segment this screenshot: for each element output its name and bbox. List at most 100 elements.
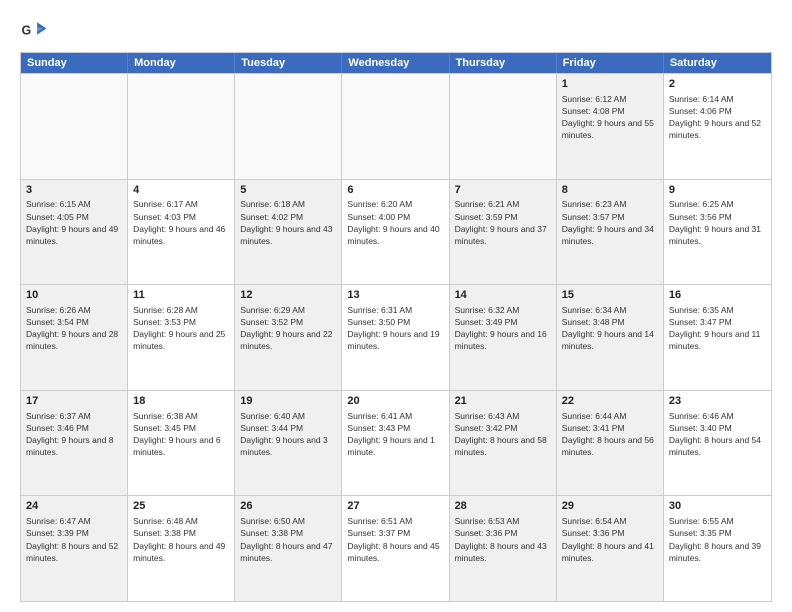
calendar-cell-10: 10 Sunrise: 6:26 AM Sunset: 3:54 PM Dayli… (21, 285, 128, 390)
day-number: 10 (26, 288, 122, 303)
day-number: 30 (669, 499, 766, 514)
cell-info: Sunrise: 6:21 AM Sunset: 3:59 PM Dayligh… (455, 199, 550, 245)
calendar-cell-15: 15 Sunrise: 6:34 AM Sunset: 3:48 PM Dayli… (557, 285, 664, 390)
day-number: 29 (562, 499, 658, 514)
header-day-sunday: Sunday (21, 53, 128, 73)
calendar-cell-9: 9Sunrise: 6:25 AM Sunset: 3:56 PM Daylig… (664, 180, 771, 285)
calendar-header: SundayMondayTuesdayWednesdayThursdayFrid… (21, 53, 771, 73)
day-number: 24 (26, 499, 122, 514)
calendar-cell-empty-0-1 (128, 74, 235, 179)
day-number: 13 (347, 288, 443, 303)
day-number: 23 (669, 394, 766, 409)
cell-info: Sunrise: 6:14 AM Sunset: 4:06 PM Dayligh… (669, 94, 764, 140)
calendar-cell-7: 7Sunrise: 6:21 AM Sunset: 3:59 PM Daylig… (450, 180, 557, 285)
day-number: 1 (562, 77, 658, 92)
day-number: 4 (133, 183, 229, 198)
cell-info: Sunrise: 6:53 AM Sunset: 3:36 PM Dayligh… (455, 516, 550, 562)
day-number: 2 (669, 77, 766, 92)
calendar-cell-30: 30Sunrise: 6:55 AM Sunset: 3:35 PM Dayli… (664, 496, 771, 601)
calendar-cell-24: 24 Sunrise: 6:47 AM Sunset: 3:39 PM Dayli… (21, 496, 128, 601)
day-number: 5 (240, 183, 336, 198)
calendar-cell-12: 12 Sunrise: 6:29 AM Sunset: 3:52 PM Dayli… (235, 285, 342, 390)
day-number: 16 (669, 288, 766, 303)
header-day-friday: Friday (557, 53, 664, 73)
cell-info: Sunrise: 6:47 AM Sunset: 3:39 PM Dayligh… (26, 516, 121, 562)
calendar-cell-23: 23 Sunrise: 6:46 AM Sunset: 3:40 PM Dayli… (664, 391, 771, 496)
day-number: 6 (347, 183, 443, 198)
calendar-row-3: 17Sunrise: 6:37 AM Sunset: 3:46 PM Dayli… (21, 390, 771, 496)
cell-info: Sunrise: 6:23 AM Sunset: 3:57 PM Dayligh… (562, 199, 657, 245)
header-day-monday: Monday (128, 53, 235, 73)
cell-info: Sunrise: 6:41 AM Sunset: 3:43 PM Dayligh… (347, 411, 437, 457)
calendar-row-1: 3Sunrise: 6:15 AM Sunset: 4:05 PM Daylig… (21, 179, 771, 285)
cell-info: Sunrise: 6:28 AM Sunset: 3:53 PM Dayligh… (133, 305, 228, 351)
calendar-cell-25: 25Sunrise: 6:48 AM Sunset: 3:38 PM Dayli… (128, 496, 235, 601)
calendar: SundayMondayTuesdayWednesdayThursdayFrid… (20, 52, 772, 602)
cell-info: Sunrise: 6:35 AM Sunset: 3:47 PM Dayligh… (669, 305, 763, 351)
cell-info: Sunrise: 6:18 AM Sunset: 4:02 PM Dayligh… (240, 199, 335, 245)
calendar-cell-empty-0-3 (342, 74, 449, 179)
cell-info: Sunrise: 6:43 AM Sunset: 3:42 PM Dayligh… (455, 411, 550, 457)
calendar-cell-13: 13 Sunrise: 6:31 AM Sunset: 3:50 PM Dayli… (342, 285, 449, 390)
calendar-cell-empty-0-2 (235, 74, 342, 179)
day-number: 28 (455, 499, 551, 514)
day-number: 11 (133, 288, 229, 303)
cell-info: Sunrise: 6:38 AM Sunset: 3:45 PM Dayligh… (133, 411, 223, 457)
logo: G (20, 16, 52, 44)
day-number: 18 (133, 394, 229, 409)
cell-info: Sunrise: 6:34 AM Sunset: 3:48 PM Dayligh… (562, 305, 657, 351)
cell-info: Sunrise: 6:25 AM Sunset: 3:56 PM Dayligh… (669, 199, 764, 245)
calendar-cell-3: 3Sunrise: 6:15 AM Sunset: 4:05 PM Daylig… (21, 180, 128, 285)
header: G (20, 16, 772, 44)
day-number: 9 (669, 183, 766, 198)
logo-icon: G (20, 16, 48, 44)
calendar-cell-28: 28 Sunrise: 6:53 AM Sunset: 3:36 PM Dayli… (450, 496, 557, 601)
calendar-cell-14: 14 Sunrise: 6:32 AM Sunset: 3:49 PM Dayli… (450, 285, 557, 390)
cell-info: Sunrise: 6:44 AM Sunset: 3:41 PM Dayligh… (562, 411, 657, 457)
day-number: 7 (455, 183, 551, 198)
calendar-cell-17: 17Sunrise: 6:37 AM Sunset: 3:46 PM Dayli… (21, 391, 128, 496)
day-number: 21 (455, 394, 551, 409)
day-number: 3 (26, 183, 122, 198)
calendar-body: 1 Sunrise: 6:12 AM Sunset: 4:08 PM Daylig… (21, 73, 771, 601)
calendar-cell-29: 29 Sunrise: 6:54 AM Sunset: 3:36 PM Dayli… (557, 496, 664, 601)
calendar-cell-21: 21 Sunrise: 6:43 AM Sunset: 3:42 PM Dayli… (450, 391, 557, 496)
cell-info: Sunrise: 6:48 AM Sunset: 3:38 PM Dayligh… (133, 516, 228, 562)
calendar-cell-2: 2 Sunrise: 6:14 AM Sunset: 4:06 PM Daylig… (664, 74, 771, 179)
cell-info: Sunrise: 6:54 AM Sunset: 3:36 PM Dayligh… (562, 516, 657, 562)
calendar-cell-22: 22 Sunrise: 6:44 AM Sunset: 3:41 PM Dayli… (557, 391, 664, 496)
day-number: 8 (562, 183, 658, 198)
calendar-row-2: 10 Sunrise: 6:26 AM Sunset: 3:54 PM Dayli… (21, 284, 771, 390)
day-number: 15 (562, 288, 658, 303)
calendar-cell-18: 18 Sunrise: 6:38 AM Sunset: 3:45 PM Dayli… (128, 391, 235, 496)
day-number: 14 (455, 288, 551, 303)
calendar-cell-20: 20Sunrise: 6:41 AM Sunset: 3:43 PM Dayli… (342, 391, 449, 496)
calendar-cell-5: 5Sunrise: 6:18 AM Sunset: 4:02 PM Daylig… (235, 180, 342, 285)
calendar-cell-16: 16 Sunrise: 6:35 AM Sunset: 3:47 PM Dayli… (664, 285, 771, 390)
cell-info: Sunrise: 6:46 AM Sunset: 3:40 PM Dayligh… (669, 411, 764, 457)
cell-info: Sunrise: 6:26 AM Sunset: 3:54 PM Dayligh… (26, 305, 121, 351)
header-day-wednesday: Wednesday (342, 53, 449, 73)
cell-info: Sunrise: 6:15 AM Sunset: 4:05 PM Dayligh… (26, 199, 121, 245)
cell-info: Sunrise: 6:50 AM Sunset: 3:38 PM Dayligh… (240, 516, 335, 562)
cell-info: Sunrise: 6:17 AM Sunset: 4:03 PM Dayligh… (133, 199, 228, 245)
calendar-cell-empty-0-0 (21, 74, 128, 179)
calendar-cell-6: 6Sunrise: 6:20 AM Sunset: 4:00 PM Daylig… (342, 180, 449, 285)
svg-text:G: G (22, 24, 32, 38)
cell-info: Sunrise: 6:32 AM Sunset: 3:49 PM Dayligh… (455, 305, 550, 351)
day-number: 26 (240, 499, 336, 514)
cell-info: Sunrise: 6:29 AM Sunset: 3:52 PM Dayligh… (240, 305, 335, 351)
calendar-cell-19: 19 Sunrise: 6:40 AM Sunset: 3:44 PM Dayli… (235, 391, 342, 496)
day-number: 22 (562, 394, 658, 409)
cell-info: Sunrise: 6:20 AM Sunset: 4:00 PM Dayligh… (347, 199, 442, 245)
day-number: 19 (240, 394, 336, 409)
cell-info: Sunrise: 6:12 AM Sunset: 4:08 PM Dayligh… (562, 94, 657, 140)
day-number: 17 (26, 394, 122, 409)
header-day-thursday: Thursday (450, 53, 557, 73)
calendar-cell-4: 4Sunrise: 6:17 AM Sunset: 4:03 PM Daylig… (128, 180, 235, 285)
cell-info: Sunrise: 6:31 AM Sunset: 3:50 PM Dayligh… (347, 305, 442, 351)
calendar-cell-11: 11 Sunrise: 6:28 AM Sunset: 3:53 PM Dayli… (128, 285, 235, 390)
cell-info: Sunrise: 6:40 AM Sunset: 3:44 PM Dayligh… (240, 411, 330, 457)
cell-info: Sunrise: 6:51 AM Sunset: 3:37 PM Dayligh… (347, 516, 442, 562)
day-number: 12 (240, 288, 336, 303)
